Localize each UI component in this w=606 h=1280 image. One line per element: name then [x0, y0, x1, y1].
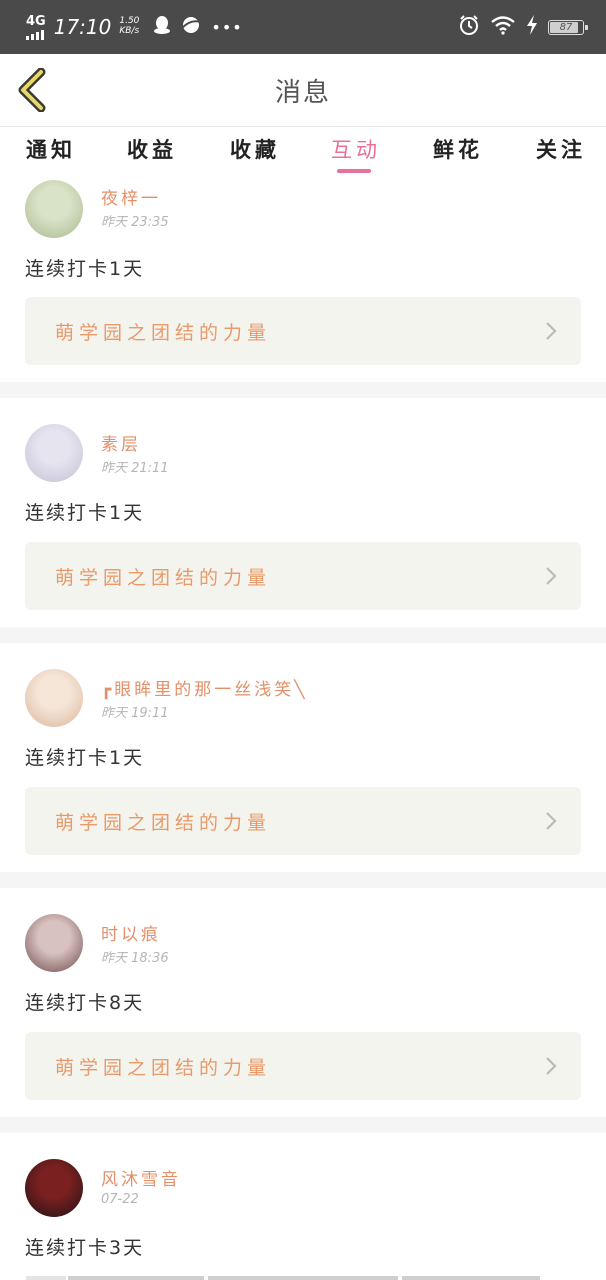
divider: [0, 382, 606, 398]
network-indicator: 4G: [26, 15, 46, 40]
post-title: 萌学园之团结的力量: [55, 812, 272, 834]
chevron-right-icon: [546, 567, 557, 585]
status-bar: 4G 17:10 1.50 KB/s ••• 87: [0, 0, 606, 54]
username[interactable]: 夜梓一: [101, 184, 161, 209]
post-link[interactable]: 萌学园之团结的力量: [25, 1032, 581, 1100]
tab-flowers[interactable]: 鲜花: [433, 134, 483, 170]
avatar[interactable]: [25, 914, 83, 972]
post-title: 萌学园之团结的力量: [55, 567, 272, 589]
checkin-text: 连续打卡1天: [25, 502, 145, 524]
bottom-edge: [0, 1272, 606, 1280]
back-arrow-icon: [18, 68, 46, 112]
back-button[interactable]: [12, 66, 52, 114]
network-speed-unit: KB/s: [119, 26, 140, 36]
timestamp: 昨天 21:11: [101, 461, 169, 476]
chevron-right-icon: [546, 812, 557, 830]
tab-following[interactable]: 关注: [536, 134, 586, 170]
checkin-text: 连续打卡8天: [25, 992, 145, 1014]
alarm-icon: [458, 14, 480, 40]
more-notifications-icon: •••: [211, 17, 243, 37]
divider: [0, 627, 606, 643]
post-link[interactable]: 萌学园之团结的力量: [25, 542, 581, 610]
feed-item: 夜梓一 昨天 23:35 连续打卡1天 萌学园之团结的力量: [0, 176, 606, 382]
feed-item: 风沐雪音 07-22 连续打卡3天: [0, 1133, 606, 1280]
username[interactable]: ┏眼眸里的那一丝浅笑╲: [101, 675, 307, 700]
feed-item: 素层 昨天 21:11 连续打卡1天 萌学园之团结的力量: [0, 398, 606, 626]
post-link[interactable]: 萌学园之团结的力量: [25, 297, 581, 365]
avatar[interactable]: [25, 424, 83, 482]
tab-interactions[interactable]: 互动: [331, 134, 381, 170]
feed-item: 时以痕 昨天 18:36 连续打卡8天 萌学园之团结的力量: [0, 888, 606, 1116]
battery-icon: 87: [548, 19, 588, 35]
username[interactable]: 风沐雪音: [101, 1165, 181, 1190]
clock: 17:10: [53, 15, 112, 39]
header: 消息: [0, 54, 606, 127]
network-speed: 1.50 KB/s: [119, 16, 140, 37]
page-title: 消息: [274, 77, 331, 108]
feed-item: ┏眼眸里的那一丝浅笑╲ 昨天 19:11 连续打卡1天 萌学园之团结的力量: [0, 643, 606, 871]
post-link[interactable]: 萌学园之团结的力量: [25, 787, 581, 855]
qq-icon: [153, 15, 171, 39]
tab-earnings[interactable]: 收益: [127, 134, 177, 170]
post-title: 萌学园之团结的力量: [55, 1057, 272, 1079]
timestamp: 昨天 23:35: [101, 215, 169, 230]
timestamp: 07-22: [101, 1192, 139, 1207]
checkin-text: 连续打卡1天: [25, 258, 145, 280]
chevron-right-icon: [546, 322, 557, 340]
chevron-right-icon: [546, 1057, 557, 1075]
username[interactable]: 时以痕: [101, 920, 161, 945]
active-tab-indicator: [337, 169, 371, 173]
avatar[interactable]: [25, 669, 83, 727]
avatar[interactable]: [25, 180, 83, 238]
wifi-icon: [490, 15, 516, 39]
post-title: 萌学园之团结的力量: [55, 322, 272, 344]
checkin-text: 连续打卡3天: [25, 1237, 145, 1259]
tab-favorites[interactable]: 收藏: [230, 134, 280, 170]
avatar[interactable]: [25, 1159, 83, 1217]
checkin-text: 连续打卡1天: [25, 747, 145, 769]
timestamp: 昨天 18:36: [101, 951, 169, 966]
charging-icon: [526, 15, 538, 39]
timestamp: 昨天 19:11: [101, 706, 169, 721]
tab-bar: 通知 收益 收藏 互动 鲜花 关注: [0, 128, 606, 176]
battery-level: 87: [559, 21, 573, 33]
username[interactable]: 素层: [101, 430, 141, 455]
signal-icon: [26, 29, 44, 40]
network-type: 4G: [26, 13, 46, 29]
tab-notifications[interactable]: 通知: [26, 134, 76, 170]
divider: [0, 1117, 606, 1133]
divider: [0, 872, 606, 888]
planet-icon: [181, 15, 201, 39]
